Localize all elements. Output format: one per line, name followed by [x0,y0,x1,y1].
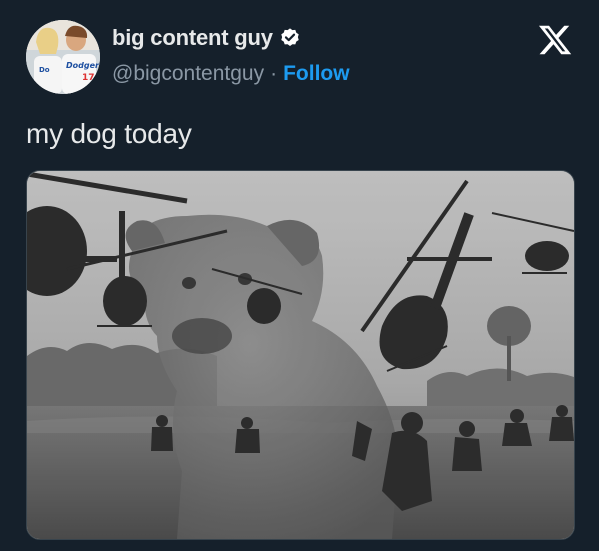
author-display-name[interactable]: big content guy [112,25,273,51]
separator-dot: · [270,62,278,85]
author-handle[interactable]: @bigcontentguy [112,62,264,86]
avatar-image: Do Dodgers 17 [26,20,100,94]
svg-text:17: 17 [82,73,95,83]
author-name-row: big content guy [112,25,301,51]
media-photo [27,171,574,539]
avatar[interactable]: Do Dodgers 17 [26,20,100,94]
x-logo-icon[interactable] [537,22,573,58]
tweet-text: my dog today [26,118,192,149]
follow-button[interactable]: Follow [283,62,350,86]
svg-text:Dodgers: Dodgers [66,61,100,70]
verified-badge-icon [279,27,301,49]
tweet-media-image[interactable] [26,170,575,540]
svg-text:Do: Do [39,66,50,74]
author-handle-row: @bigcontentguy · Follow [112,62,350,86]
tweet-card: Do Dodgers 17 big content guy @bigconten… [0,0,599,551]
